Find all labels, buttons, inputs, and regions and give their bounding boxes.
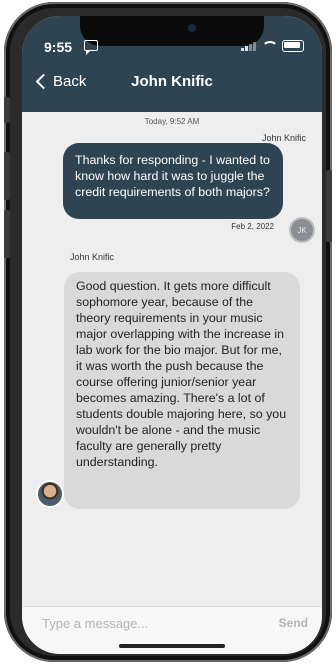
- wifi-icon: [262, 41, 276, 51]
- volume-up-button: [4, 152, 10, 200]
- home-indicator: [119, 644, 225, 648]
- message-input[interactable]: [42, 610, 242, 636]
- page-title: John Knific: [131, 73, 213, 90]
- message-icon: [84, 40, 98, 55]
- signal-icon: [241, 41, 256, 51]
- mute-switch: [4, 97, 10, 123]
- outgoing-message-bubble: Thanks for responding - I wanted to know…: [63, 143, 283, 219]
- sender-name: John Knific: [70, 252, 115, 262]
- phone-frame: 9:55 Back John Knific Today, 9:52 AM Joh…: [4, 2, 332, 662]
- send-button[interactable]: Send: [279, 616, 308, 630]
- status-icons: [241, 40, 304, 52]
- avatar: [38, 482, 62, 506]
- screen: 9:55 Back John Knific Today, 9:52 AM Joh…: [22, 16, 322, 654]
- sender-name: John Knific: [261, 133, 306, 143]
- battery-icon: [282, 40, 304, 52]
- message-date: Feb 2, 2022: [231, 222, 274, 231]
- camera-icon: [188, 24, 196, 32]
- chat-timestamp: Today, 9:52 AM: [144, 117, 200, 126]
- status-time: 9:55: [44, 39, 73, 55]
- header-bar: 9:55 Back John Knific: [22, 16, 322, 112]
- incoming-message-bubble: Good question. It gets more difficult so…: [64, 272, 300, 509]
- volume-down-button: [4, 210, 10, 258]
- avatar: JK: [291, 219, 313, 241]
- power-button: [326, 170, 332, 242]
- notch: [80, 16, 264, 46]
